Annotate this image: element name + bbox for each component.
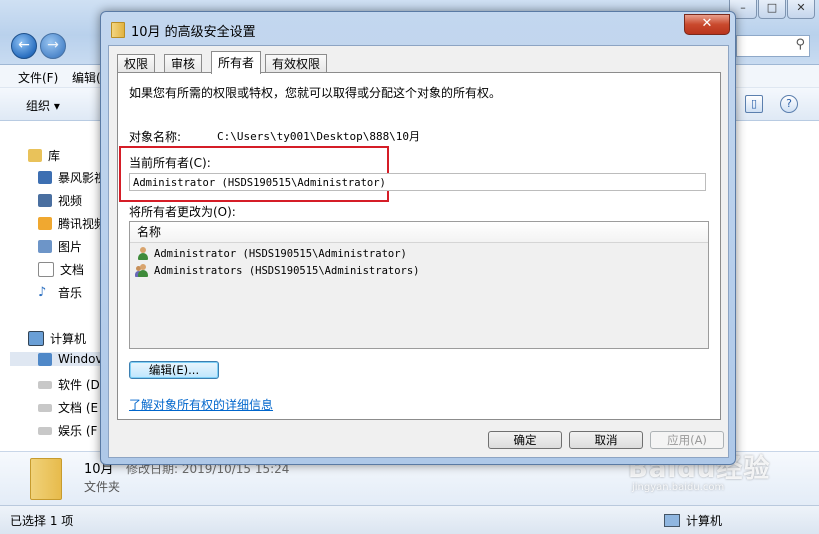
documents-icon <box>38 262 54 277</box>
close-button[interactable]: ✕ <box>684 14 730 35</box>
music-icon: ♪ <box>38 285 47 300</box>
tab-permissions[interactable]: 权限 <box>117 54 156 73</box>
close-icon[interactable]: ✕ <box>787 0 815 19</box>
cancel-button[interactable]: 取消 <box>569 431 643 449</box>
explorer-window-controls: – □ ✕ <box>728 0 815 19</box>
video-icon <box>38 194 52 207</box>
search-input[interactable]: ⚲ <box>736 35 810 57</box>
help-icon[interactable]: ? <box>780 95 798 113</box>
list-item[interactable]: Administrators (HSDS190515\Administrator… <box>135 264 420 278</box>
folder-icon <box>30 458 62 500</box>
change-owner-label: 将所有者更改为(O): <box>129 205 236 219</box>
tree-item-library[interactable]: 库 <box>28 147 60 164</box>
tree-item-library-1[interactable]: 视频 <box>38 192 82 209</box>
ok-button[interactable]: 确定 <box>488 431 562 449</box>
column-header-name[interactable]: 名称 <box>130 222 708 243</box>
video-library-icon <box>38 171 52 184</box>
status-bar: 已选择 1 项 计算机 <box>0 505 819 534</box>
tree-item-library-5[interactable]: ♪ 音乐 <box>38 284 82 301</box>
preview-pane-icon[interactable]: ▯ <box>745 95 763 113</box>
drive-icon <box>38 380 52 389</box>
organize-button[interactable]: 组织 ▾ <box>26 97 60 114</box>
tree-item-computer[interactable]: 计算机 <box>28 330 86 347</box>
tree-item-library-4[interactable]: 文档 <box>38 261 84 278</box>
object-name-value: C:\Users\ty001\Desktop\888\10月 <box>217 130 421 143</box>
dialog-title: 10月 的高级安全设置 <box>131 25 256 40</box>
drive-icon <box>38 403 52 412</box>
owner-candidates-list[interactable]: 名称 Administrator (HSDS190515\Administrat… <box>129 221 709 349</box>
pictures-icon <box>38 240 52 253</box>
tab-auditing[interactable]: 审核 <box>164 54 203 73</box>
watermark-url: jingyan.baidu.com <box>632 482 725 493</box>
tab-owner[interactable]: 所有者 <box>211 51 262 74</box>
drive-icon <box>38 426 52 435</box>
list-item[interactable]: Administrator (HSDS190515\Administrator) <box>136 247 407 261</box>
tree-item-drive-1[interactable]: 软件 (D <box>38 376 100 393</box>
status-selected: 已选择 1 项 <box>10 514 74 528</box>
user-group-icon <box>135 264 150 278</box>
details-type: 文件夹 <box>84 480 121 494</box>
computer-icon <box>28 331 44 346</box>
status-computer: 计算机 <box>686 514 723 528</box>
dialog-body: 权限 审核 所有者 有效权限 如果您有所需的权限或特权，您就可以取得或分配这个对… <box>108 45 729 458</box>
maximize-icon[interactable]: □ <box>758 0 786 19</box>
menu-file[interactable]: 文件(F) <box>18 69 58 86</box>
search-icon: ⚲ <box>795 37 805 52</box>
apply-button[interactable]: 应用(A) <box>650 431 724 449</box>
user-icon <box>136 247 150 261</box>
windows-drive-icon <box>38 352 52 366</box>
column-header-area <box>733 150 819 450</box>
current-owner-field: Administrator (HSDS190515\Administrator) <box>129 173 706 191</box>
folder-icon <box>111 22 125 38</box>
tree-item-library-3[interactable]: 图片 <box>38 238 82 255</box>
owner-tab-panel: 如果您有所需的权限或特权，您就可以取得或分配这个对象的所有权。 对象名称: C:… <box>117 72 721 420</box>
tab-effective-permissions[interactable]: 有效权限 <box>265 54 328 73</box>
navigation-pane: 库 暴风影视 视频 腾讯视频 图片 文档 ♪ 音乐 计算机 Windov 软件 … <box>0 121 118 451</box>
current-owner-label: 当前所有者(C): <box>129 156 211 170</box>
back-arrow-icon[interactable]: ← <box>11 33 37 59</box>
library-icon <box>28 149 42 162</box>
menu-edit[interactable]: 编辑( <box>72 69 101 86</box>
computer-icon <box>664 514 680 527</box>
tree-item-drive-3[interactable]: 娱乐 (F <box>38 422 97 439</box>
tencent-video-icon <box>38 217 52 230</box>
edit-button[interactable]: 编辑(E)... <box>129 361 219 379</box>
object-name-label: 对象名称: <box>129 130 182 144</box>
tree-item-library-0[interactable]: 暴风影视 <box>38 169 106 186</box>
tree-item-library-2[interactable]: 腾讯视频 <box>38 215 106 232</box>
tree-item-drive-2[interactable]: 文档 (E <box>38 399 98 416</box>
learn-more-link[interactable]: 了解对象所有权的详细信息 <box>129 396 273 413</box>
forward-arrow-icon[interactable]: → <box>40 33 66 59</box>
intro-text: 如果您有所需的权限或特权，您就可以取得或分配这个对象的所有权。 <box>129 86 502 100</box>
advanced-security-dialog: 10月 的高级安全设置 ✕ 权限 审核 所有者 有效权限 如果您有所需的权限或特… <box>100 11 736 465</box>
